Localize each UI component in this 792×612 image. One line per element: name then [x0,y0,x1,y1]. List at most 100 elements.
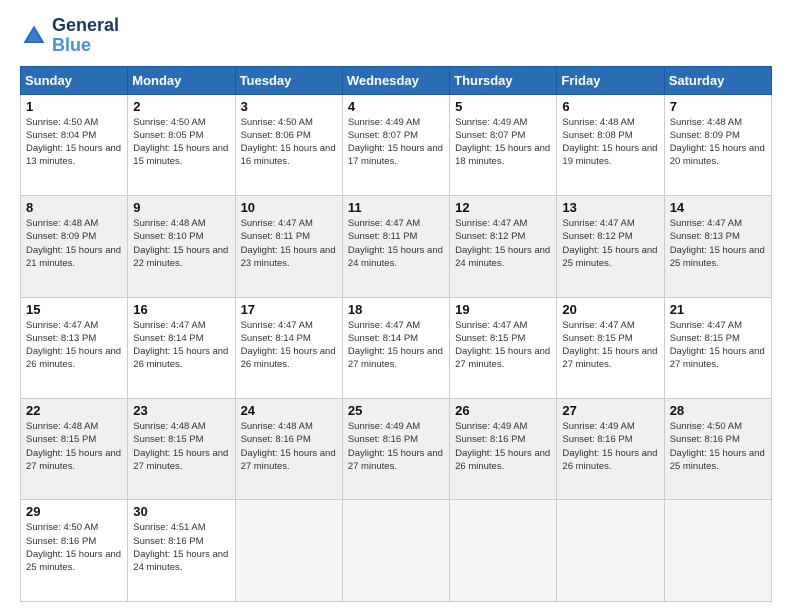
calendar-cell: 30 Sunrise: 4:51 AM Sunset: 8:16 PM Dayl… [128,500,235,602]
calendar-cell [557,500,664,602]
day-number: 15 [26,302,122,317]
day-info: Sunrise: 4:49 AM Sunset: 8:16 PM Dayligh… [455,420,551,473]
day-info: Sunrise: 4:49 AM Sunset: 8:07 PM Dayligh… [455,116,551,169]
calendar-cell: 19 Sunrise: 4:47 AM Sunset: 8:15 PM Dayl… [450,297,557,398]
day-number: 6 [562,99,658,114]
calendar-cell [235,500,342,602]
day-info: Sunrise: 4:47 AM Sunset: 8:14 PM Dayligh… [133,319,229,372]
day-number: 30 [133,504,229,519]
day-info: Sunrise: 4:48 AM Sunset: 8:09 PM Dayligh… [26,217,122,270]
day-number: 22 [26,403,122,418]
calendar-header-tuesday: Tuesday [235,66,342,94]
day-info: Sunrise: 4:47 AM Sunset: 8:13 PM Dayligh… [26,319,122,372]
calendar-cell: 21 Sunrise: 4:47 AM Sunset: 8:15 PM Dayl… [664,297,771,398]
calendar-cell: 7 Sunrise: 4:48 AM Sunset: 8:09 PM Dayli… [664,94,771,195]
calendar-cell: 9 Sunrise: 4:48 AM Sunset: 8:10 PM Dayli… [128,196,235,297]
day-number: 28 [670,403,766,418]
day-number: 12 [455,200,551,215]
day-info: Sunrise: 4:48 AM Sunset: 8:10 PM Dayligh… [133,217,229,270]
calendar-header-sunday: Sunday [21,66,128,94]
calendar-cell: 10 Sunrise: 4:47 AM Sunset: 8:11 PM Dayl… [235,196,342,297]
day-info: Sunrise: 4:47 AM Sunset: 8:15 PM Dayligh… [670,319,766,372]
day-info: Sunrise: 4:48 AM Sunset: 8:15 PM Dayligh… [133,420,229,473]
day-number: 13 [562,200,658,215]
calendar-cell: 25 Sunrise: 4:49 AM Sunset: 8:16 PM Dayl… [342,399,449,500]
day-info: Sunrise: 4:49 AM Sunset: 8:16 PM Dayligh… [562,420,658,473]
day-number: 4 [348,99,444,114]
calendar-cell: 24 Sunrise: 4:48 AM Sunset: 8:16 PM Dayl… [235,399,342,500]
calendar-cell: 29 Sunrise: 4:50 AM Sunset: 8:16 PM Dayl… [21,500,128,602]
day-info: Sunrise: 4:50 AM Sunset: 8:04 PM Dayligh… [26,116,122,169]
day-info: Sunrise: 4:47 AM Sunset: 8:12 PM Dayligh… [562,217,658,270]
day-number: 20 [562,302,658,317]
calendar-table: SundayMondayTuesdayWednesdayThursdayFrid… [20,66,772,602]
day-number: 8 [26,200,122,215]
calendar-cell: 12 Sunrise: 4:47 AM Sunset: 8:12 PM Dayl… [450,196,557,297]
day-number: 3 [241,99,337,114]
day-number: 14 [670,200,766,215]
calendar-cell: 8 Sunrise: 4:48 AM Sunset: 8:09 PM Dayli… [21,196,128,297]
calendar-header-saturday: Saturday [664,66,771,94]
calendar-cell [450,500,557,602]
day-info: Sunrise: 4:48 AM Sunset: 8:08 PM Dayligh… [562,116,658,169]
day-number: 9 [133,200,229,215]
calendar-cell: 14 Sunrise: 4:47 AM Sunset: 8:13 PM Dayl… [664,196,771,297]
calendar-cell [342,500,449,602]
calendar-cell: 15 Sunrise: 4:47 AM Sunset: 8:13 PM Dayl… [21,297,128,398]
calendar-header-wednesday: Wednesday [342,66,449,94]
day-info: Sunrise: 4:49 AM Sunset: 8:16 PM Dayligh… [348,420,444,473]
day-info: Sunrise: 4:48 AM Sunset: 8:15 PM Dayligh… [26,420,122,473]
day-number: 11 [348,200,444,215]
day-info: Sunrise: 4:47 AM Sunset: 8:14 PM Dayligh… [348,319,444,372]
logo-icon [20,22,48,50]
calendar-cell: 11 Sunrise: 4:47 AM Sunset: 8:11 PM Dayl… [342,196,449,297]
calendar-week-2: 8 Sunrise: 4:48 AM Sunset: 8:09 PM Dayli… [21,196,772,297]
day-info: Sunrise: 4:49 AM Sunset: 8:07 PM Dayligh… [348,116,444,169]
day-number: 1 [26,99,122,114]
day-info: Sunrise: 4:50 AM Sunset: 8:05 PM Dayligh… [133,116,229,169]
calendar-week-1: 1 Sunrise: 4:50 AM Sunset: 8:04 PM Dayli… [21,94,772,195]
day-info: Sunrise: 4:47 AM Sunset: 8:15 PM Dayligh… [455,319,551,372]
calendar-cell: 1 Sunrise: 4:50 AM Sunset: 8:04 PM Dayli… [21,94,128,195]
day-info: Sunrise: 4:47 AM Sunset: 8:15 PM Dayligh… [562,319,658,372]
calendar-cell: 16 Sunrise: 4:47 AM Sunset: 8:14 PM Dayl… [128,297,235,398]
calendar-cell: 28 Sunrise: 4:50 AM Sunset: 8:16 PM Dayl… [664,399,771,500]
calendar-cell: 20 Sunrise: 4:47 AM Sunset: 8:15 PM Dayl… [557,297,664,398]
day-info: Sunrise: 4:47 AM Sunset: 8:11 PM Dayligh… [241,217,337,270]
calendar-cell: 17 Sunrise: 4:47 AM Sunset: 8:14 PM Dayl… [235,297,342,398]
day-number: 29 [26,504,122,519]
day-info: Sunrise: 4:50 AM Sunset: 8:16 PM Dayligh… [26,521,122,574]
calendar-cell: 6 Sunrise: 4:48 AM Sunset: 8:08 PM Dayli… [557,94,664,195]
day-info: Sunrise: 4:51 AM Sunset: 8:16 PM Dayligh… [133,521,229,574]
day-info: Sunrise: 4:47 AM Sunset: 8:14 PM Dayligh… [241,319,337,372]
day-number: 26 [455,403,551,418]
calendar-header-thursday: Thursday [450,66,557,94]
day-number: 5 [455,99,551,114]
calendar-header-row: SundayMondayTuesdayWednesdayThursdayFrid… [21,66,772,94]
day-info: Sunrise: 4:47 AM Sunset: 8:11 PM Dayligh… [348,217,444,270]
day-number: 7 [670,99,766,114]
calendar-cell: 13 Sunrise: 4:47 AM Sunset: 8:12 PM Dayl… [557,196,664,297]
header: General Blue [20,16,772,56]
calendar-cell: 18 Sunrise: 4:47 AM Sunset: 8:14 PM Dayl… [342,297,449,398]
day-number: 23 [133,403,229,418]
calendar-cell: 27 Sunrise: 4:49 AM Sunset: 8:16 PM Dayl… [557,399,664,500]
day-info: Sunrise: 4:48 AM Sunset: 8:09 PM Dayligh… [670,116,766,169]
logo-area: General Blue [20,16,119,56]
day-info: Sunrise: 4:50 AM Sunset: 8:16 PM Dayligh… [670,420,766,473]
day-number: 18 [348,302,444,317]
day-number: 17 [241,302,337,317]
page: General Blue SundayMondayTuesdayWednesda… [0,0,792,612]
day-info: Sunrise: 4:47 AM Sunset: 8:13 PM Dayligh… [670,217,766,270]
calendar-header-monday: Monday [128,66,235,94]
calendar-week-3: 15 Sunrise: 4:47 AM Sunset: 8:13 PM Dayl… [21,297,772,398]
day-info: Sunrise: 4:48 AM Sunset: 8:16 PM Dayligh… [241,420,337,473]
logo-text: General Blue [52,16,119,56]
day-number: 21 [670,302,766,317]
calendar-week-4: 22 Sunrise: 4:48 AM Sunset: 8:15 PM Dayl… [21,399,772,500]
calendar-cell: 26 Sunrise: 4:49 AM Sunset: 8:16 PM Dayl… [450,399,557,500]
calendar-cell: 2 Sunrise: 4:50 AM Sunset: 8:05 PM Dayli… [128,94,235,195]
day-number: 27 [562,403,658,418]
calendar-header-friday: Friday [557,66,664,94]
day-number: 10 [241,200,337,215]
